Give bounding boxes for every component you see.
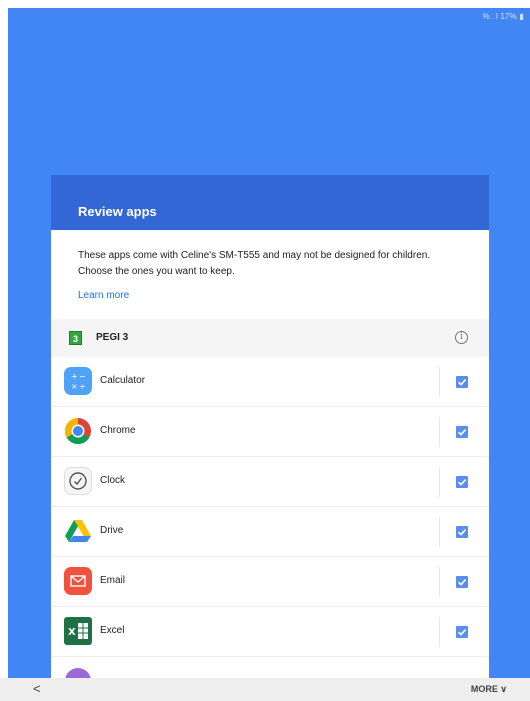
dialog-description: These apps come with Celine's SM-T555 an… (78, 250, 431, 277)
app-icon-partial (64, 667, 92, 678)
app-name: Clock (100, 475, 126, 486)
app-row-excel[interactable]: X Excel (51, 607, 489, 657)
email-icon (64, 567, 92, 595)
app-row-drive[interactable]: Drive (51, 507, 489, 557)
rating-group-header: 3 PEGI 3 i (51, 319, 489, 357)
app-row-calculator[interactable]: + − × ÷ Calculator (51, 357, 489, 407)
divider (439, 467, 440, 497)
rating-label: PEGI 3 (96, 332, 129, 343)
excel-icon: X (64, 617, 92, 645)
app-row-email[interactable]: Email (51, 557, 489, 607)
calculator-icon: + − × ÷ (64, 367, 92, 395)
divider (439, 517, 440, 547)
app-checkbox[interactable] (456, 476, 468, 488)
app-list: + − × ÷ Calculator Chrome Clock Drive Em… (51, 357, 489, 678)
svg-text:+: + (71, 372, 78, 381)
app-row-partial[interactable] (51, 657, 489, 678)
app-name: Excel (100, 625, 125, 636)
svg-text:×: × (71, 382, 78, 391)
divider (439, 617, 440, 647)
app-checkbox[interactable] (456, 626, 468, 638)
review-apps-dialog: Review apps These apps come with Celine'… (51, 175, 489, 678)
app-checkbox[interactable] (456, 576, 468, 588)
app-checkbox[interactable] (456, 526, 468, 538)
app-row-chrome[interactable]: Chrome (51, 407, 489, 457)
svg-text:÷: ÷ (79, 382, 86, 391)
more-button[interactable]: MORE ∨ (471, 684, 507, 695)
app-name: Calculator (100, 375, 146, 386)
learn-more-link[interactable]: Learn more (78, 290, 129, 301)
navigation-bar: < MORE ∨ (0, 678, 530, 701)
dialog-header: Review apps (51, 175, 489, 230)
screen: % . l 17% ▮ Review apps These apps come … (0, 0, 530, 701)
pegi-badge-icon: 3 (69, 331, 82, 345)
divider (439, 367, 440, 397)
app-name: Drive (100, 525, 124, 536)
dialog-title: Review apps (78, 204, 157, 219)
app-checkbox[interactable] (456, 376, 468, 388)
divider (439, 417, 440, 447)
app-name: Email (100, 575, 126, 586)
app-name: Chrome (100, 425, 136, 436)
svg-text:X: X (68, 627, 76, 638)
clock-icon (64, 467, 92, 495)
info-icon[interactable]: i (455, 331, 468, 344)
svg-text:−: − (79, 372, 86, 381)
status-bar: % . l 17% ▮ (482, 12, 524, 21)
app-checkbox[interactable] (456, 426, 468, 438)
app-row-clock[interactable]: Clock (51, 457, 489, 507)
drive-icon (64, 517, 92, 545)
back-button[interactable]: < (33, 681, 41, 696)
divider (439, 567, 440, 597)
chrome-icon (64, 417, 92, 445)
